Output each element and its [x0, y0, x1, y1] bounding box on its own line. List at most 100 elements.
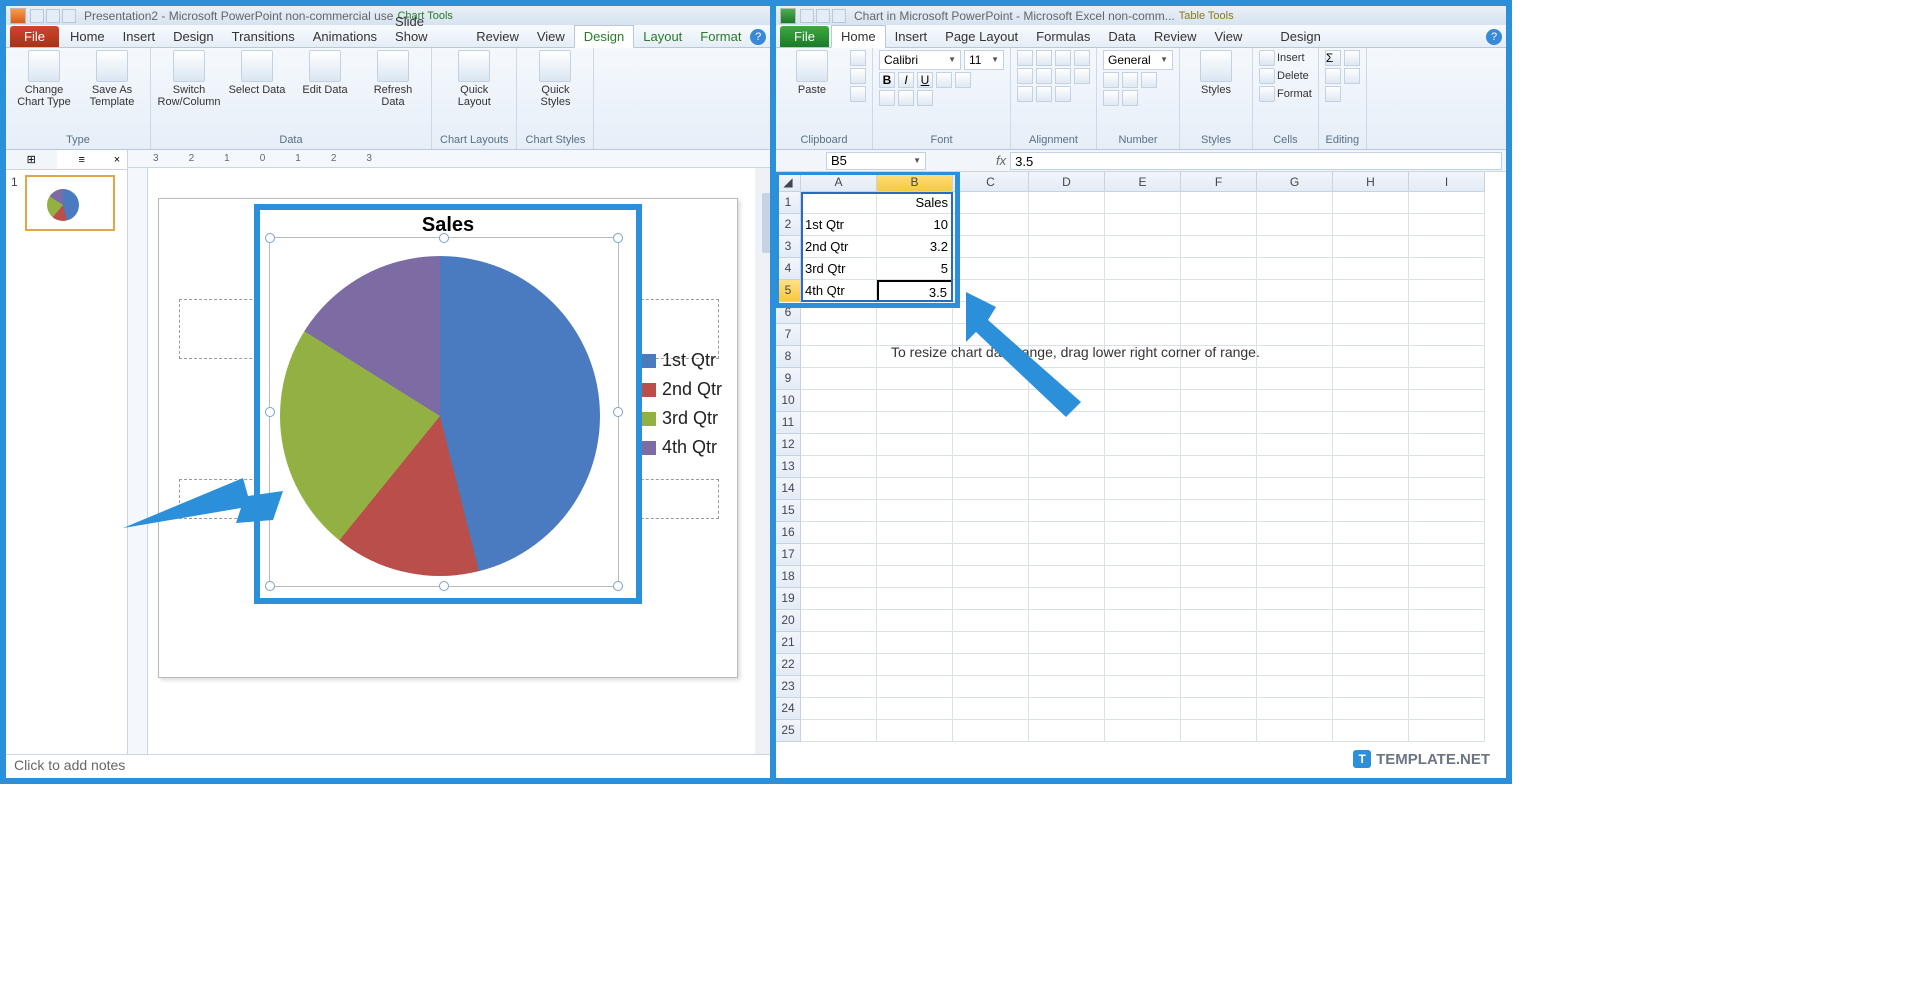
- cell-B13[interactable]: [877, 456, 953, 478]
- cell-C16[interactable]: [953, 522, 1029, 544]
- cell-G2[interactable]: [1257, 214, 1333, 236]
- underline-button[interactable]: U: [917, 72, 933, 88]
- row-1[interactable]: 1: [776, 192, 801, 214]
- shrink-font-button[interactable]: [955, 72, 971, 88]
- cell-F10[interactable]: [1181, 390, 1257, 412]
- cell-I4[interactable]: [1409, 258, 1485, 280]
- cell-B23[interactable]: [877, 676, 953, 698]
- fill-button[interactable]: [1325, 68, 1341, 84]
- cell-I13[interactable]: [1409, 456, 1485, 478]
- scrollbar-vertical[interactable]: [755, 168, 770, 754]
- xl-tab-formulas[interactable]: Formulas: [1027, 26, 1099, 47]
- cell-H24[interactable]: [1333, 698, 1409, 720]
- indent-inc[interactable]: [1036, 86, 1052, 102]
- cell-H17[interactable]: [1333, 544, 1409, 566]
- cell-F16[interactable]: [1181, 522, 1257, 544]
- cell-H15[interactable]: [1333, 500, 1409, 522]
- quick-access-toolbar[interactable]: [30, 9, 76, 23]
- cell-C14[interactable]: [953, 478, 1029, 500]
- cell-F19[interactable]: [1181, 588, 1257, 610]
- cell-E16[interactable]: [1105, 522, 1181, 544]
- cell-C4[interactable]: [953, 258, 1029, 280]
- cell-B21[interactable]: [877, 632, 953, 654]
- cell-E25[interactable]: [1105, 720, 1181, 742]
- cell-C20[interactable]: [953, 610, 1029, 632]
- tab-chart-format[interactable]: Format: [691, 26, 750, 47]
- cell-H14[interactable]: [1333, 478, 1409, 500]
- cell-G21[interactable]: [1257, 632, 1333, 654]
- cell-A2[interactable]: 1st Qtr: [801, 214, 877, 236]
- cell-F2[interactable]: [1181, 214, 1257, 236]
- cell-G10[interactable]: [1257, 390, 1333, 412]
- name-box[interactable]: B5▼: [826, 152, 926, 170]
- cell-I6[interactable]: [1409, 302, 1485, 324]
- row-19[interactable]: 19: [776, 588, 801, 610]
- cell-B20[interactable]: [877, 610, 953, 632]
- row-15[interactable]: 15: [776, 500, 801, 522]
- row-2[interactable]: 2: [776, 214, 801, 236]
- cell-I14[interactable]: [1409, 478, 1485, 500]
- cell-D23[interactable]: [1029, 676, 1105, 698]
- cell-G25[interactable]: [1257, 720, 1333, 742]
- row-18[interactable]: 18: [776, 566, 801, 588]
- select-all-triangle[interactable]: ◢: [776, 172, 801, 192]
- slides-tab[interactable]: ⊞: [6, 150, 57, 169]
- row-24[interactable]: 24: [776, 698, 801, 720]
- italic-button[interactable]: I: [898, 72, 914, 88]
- cell-F5[interactable]: [1181, 280, 1257, 302]
- cell-B7[interactable]: [877, 324, 953, 346]
- cell-G14[interactable]: [1257, 478, 1333, 500]
- format-painter-button[interactable]: [850, 86, 866, 102]
- cell-D20[interactable]: [1029, 610, 1105, 632]
- cell-F4[interactable]: [1181, 258, 1257, 280]
- cell-A17[interactable]: [801, 544, 877, 566]
- chart-selection-box[interactable]: [269, 237, 619, 587]
- cell-B1[interactable]: Sales: [877, 192, 953, 214]
- outline-tab[interactable]: ≡: [57, 150, 108, 169]
- cell-F21[interactable]: [1181, 632, 1257, 654]
- row-23[interactable]: 23: [776, 676, 801, 698]
- cell-I5[interactable]: [1409, 280, 1485, 302]
- legend-item-3[interactable]: 3rd Qtr: [642, 408, 752, 429]
- row-3[interactable]: 3: [776, 236, 801, 258]
- cell-D24[interactable]: [1029, 698, 1105, 720]
- tab-chart-layout[interactable]: Layout: [634, 26, 691, 47]
- cell-G18[interactable]: [1257, 566, 1333, 588]
- cell-F3[interactable]: [1181, 236, 1257, 258]
- find-button[interactable]: [1344, 68, 1360, 84]
- cell-E13[interactable]: [1105, 456, 1181, 478]
- cell-I12[interactable]: [1409, 434, 1485, 456]
- tab-design[interactable]: Design: [164, 26, 222, 47]
- cell-C23[interactable]: [953, 676, 1029, 698]
- currency-button[interactable]: [1103, 72, 1119, 88]
- cell-D21[interactable]: [1029, 632, 1105, 654]
- slide[interactable]: Cle Sales 1st Qtr 2nd Qtr 3rd Qtr 4th Qt…: [158, 198, 738, 678]
- cell-H3[interactable]: [1333, 236, 1409, 258]
- cell-I19[interactable]: [1409, 588, 1485, 610]
- cell-B17[interactable]: [877, 544, 953, 566]
- cell-A15[interactable]: [801, 500, 877, 522]
- sort-button[interactable]: [1344, 50, 1360, 66]
- cell-G19[interactable]: [1257, 588, 1333, 610]
- cell-G12[interactable]: [1257, 434, 1333, 456]
- cell-B11[interactable]: [877, 412, 953, 434]
- cell-A22[interactable]: [801, 654, 877, 676]
- cell-D17[interactable]: [1029, 544, 1105, 566]
- paste-button[interactable]: Paste: [782, 50, 842, 96]
- chart-legend[interactable]: 1st Qtr 2nd Qtr 3rd Qtr 4th Qtr: [642, 350, 752, 466]
- cell-H19[interactable]: [1333, 588, 1409, 610]
- col-I[interactable]: I: [1409, 172, 1485, 192]
- cell-A21[interactable]: [801, 632, 877, 654]
- tab-slideshow[interactable]: Slide Show: [386, 11, 467, 47]
- cell-H11[interactable]: [1333, 412, 1409, 434]
- row-10[interactable]: 10: [776, 390, 801, 412]
- align-left[interactable]: [1017, 68, 1033, 84]
- change-chart-type-button[interactable]: Change Chart Type: [14, 50, 74, 108]
- cell-H25[interactable]: [1333, 720, 1409, 742]
- cell-G6[interactable]: [1257, 302, 1333, 324]
- cell-F15[interactable]: [1181, 500, 1257, 522]
- cell-E15[interactable]: [1105, 500, 1181, 522]
- cell-H18[interactable]: [1333, 566, 1409, 588]
- cell-F18[interactable]: [1181, 566, 1257, 588]
- cell-B9[interactable]: [877, 368, 953, 390]
